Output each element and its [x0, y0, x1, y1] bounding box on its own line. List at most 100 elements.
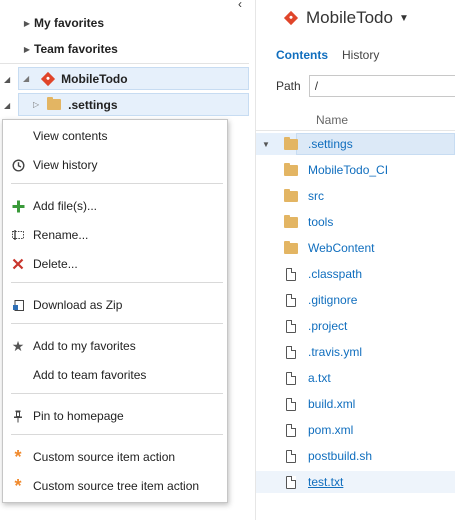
file-list-item[interactable]: .travis.yml — [256, 341, 455, 363]
file-name-link[interactable]: .classpath — [308, 267, 362, 281]
file-name-link[interactable]: postbuild.sh — [308, 449, 372, 463]
path-bar: Path — [276, 75, 455, 97]
menu-separator — [11, 282, 223, 283]
menu-separator — [11, 183, 223, 184]
menu-item-pin-to-homepage[interactable]: Pin to homepage — [3, 405, 227, 427]
file-name-link[interactable]: a.txt — [308, 371, 331, 385]
file-list-item[interactable]: a.txt — [256, 367, 455, 389]
folder-icon — [284, 136, 298, 150]
expand-triangle-icon[interactable]: ▶ — [22, 45, 32, 54]
file-icon — [286, 267, 296, 281]
plus-icon — [3, 200, 33, 213]
menu-item-add-files[interactable]: Add file(s)... — [3, 195, 227, 217]
tree-item-label: Team favorites — [34, 42, 118, 56]
tab-history[interactable]: History — [342, 48, 379, 62]
file-name-link[interactable]: test.txt — [308, 475, 343, 489]
tree-item-repo[interactable]: ◢ MobileTodo — [18, 67, 249, 90]
repo-selector[interactable]: MobileTodo ▼ — [282, 8, 409, 28]
chevron-down-icon: ▼ — [398, 12, 409, 24]
file-list-item[interactable]: MobileTodo_CI — [256, 159, 455, 181]
file-list-item[interactable]: postbuild.sh — [256, 445, 455, 467]
file-name-link[interactable]: .settings — [308, 137, 353, 151]
file-list-item[interactable]: pom.xml — [256, 419, 455, 441]
file-name-link[interactable]: pom.xml — [308, 423, 353, 437]
divider — [256, 130, 455, 131]
folder-icon — [284, 136, 298, 150]
menu-item-label: View history — [33, 158, 98, 172]
asterisk-icon: * — [14, 475, 22, 496]
menu-item-custom-source-item-action[interactable]: * Custom source item action — [3, 446, 227, 468]
collapse-pane-chevron-icon[interactable]: ‹ — [233, 0, 247, 10]
menu-item-label: Add to team favorites — [33, 368, 147, 382]
file-icon — [284, 319, 298, 333]
tab-contents[interactable]: Contents — [276, 48, 328, 62]
file-list-item[interactable]: WebContent — [256, 237, 455, 259]
menu-item-label: View contents — [33, 129, 108, 143]
menu-item-label: Add to my favorites — [33, 339, 136, 353]
collapse-triangle-icon[interactable]: ◢ — [4, 75, 10, 84]
folder-icon — [284, 188, 298, 202]
file-list-item[interactable]: tools — [256, 211, 455, 233]
contents-pane: MobileTodo ▼ Contents History Path Name … — [256, 0, 455, 520]
menu-item-label: Custom source item action — [33, 450, 176, 464]
file-name-link[interactable]: MobileTodo_CI — [308, 163, 388, 177]
menu-item-download-zip[interactable]: Download as Zip — [3, 294, 227, 316]
file-icon — [284, 449, 298, 463]
menu-item-add-to-my-favorites[interactable]: ★ Add to my favorites — [3, 335, 227, 357]
folder-icon — [284, 214, 298, 228]
file-name-link[interactable]: .project — [308, 319, 347, 333]
file-name-link[interactable]: build.xml — [308, 397, 355, 411]
file-list-item[interactable]: .gitignore — [256, 289, 455, 311]
file-icon — [286, 397, 296, 411]
menu-item-delete[interactable]: Delete... — [3, 253, 227, 275]
folder-icon — [284, 240, 298, 254]
git-repo-icon — [41, 71, 56, 86]
column-header-name[interactable]: Name — [316, 113, 348, 127]
menu-item-label: Download as Zip — [33, 298, 123, 312]
file-list-item[interactable]: test.txt — [256, 471, 455, 493]
file-list-item[interactable]: src — [256, 185, 455, 207]
folder-icon — [47, 97, 62, 110]
menu-item-view-history[interactable]: View history — [3, 154, 227, 176]
file-icon — [286, 371, 296, 385]
file-list-item[interactable]: .project — [256, 315, 455, 337]
menu-item-label: Rename... — [33, 228, 89, 242]
path-input[interactable] — [308, 75, 455, 97]
asterisk-icon: * — [14, 446, 22, 467]
collapse-triangle-icon[interactable]: ▼ — [262, 140, 276, 149]
file-name-link[interactable]: src — [308, 189, 324, 203]
git-repo-icon — [283, 10, 299, 26]
file-icon — [284, 267, 298, 281]
expand-triangle-icon[interactable]: ▷ — [33, 100, 39, 109]
delete-x-icon — [3, 258, 33, 270]
expand-triangle-icon[interactable]: ◢ — [23, 74, 29, 83]
folder-icon — [284, 162, 298, 176]
menu-item-label: Delete... — [33, 257, 78, 271]
menu-item-label: Add file(s)... — [33, 199, 98, 213]
file-list-item[interactable]: build.xml — [256, 393, 455, 415]
file-name-link[interactable]: .travis.yml — [308, 345, 362, 359]
expand-triangle-icon[interactable]: ▶ — [22, 19, 32, 28]
folder-icon — [284, 214, 298, 228]
file-name-link[interactable]: .gitignore — [308, 293, 357, 307]
file-name-link[interactable]: tools — [308, 215, 333, 229]
tree-item-settings-folder[interactable]: ▷ .settings — [18, 93, 249, 116]
menu-item-add-to-team-favorites[interactable]: Add to team favorites — [3, 364, 227, 386]
download-zip-icon — [3, 299, 33, 312]
file-icon — [286, 293, 296, 307]
file-list-item[interactable]: ▼ .settings — [256, 133, 455, 155]
file-name-link[interactable]: WebContent — [308, 241, 375, 255]
file-icon — [284, 293, 298, 307]
menu-item-custom-source-tree-item-action[interactable]: * Custom source tree item action — [3, 475, 227, 497]
menu-item-rename[interactable]: Rename... — [3, 224, 227, 246]
file-list-item[interactable]: .classpath — [256, 263, 455, 285]
tree-item-team-favorites[interactable]: ▶ Team favorites — [22, 38, 118, 60]
file-icon — [284, 475, 298, 489]
collapse-triangle-icon[interactable]: ◢ — [4, 101, 10, 110]
menu-separator — [11, 434, 223, 435]
menu-separator — [11, 323, 223, 324]
file-icon — [284, 397, 298, 411]
menu-item-view-contents[interactable]: View contents — [3, 125, 227, 147]
context-menu: View contents View history Add file(s)..… — [2, 119, 228, 503]
tree-item-my-favorites[interactable]: ▶ My favorites — [22, 12, 104, 34]
